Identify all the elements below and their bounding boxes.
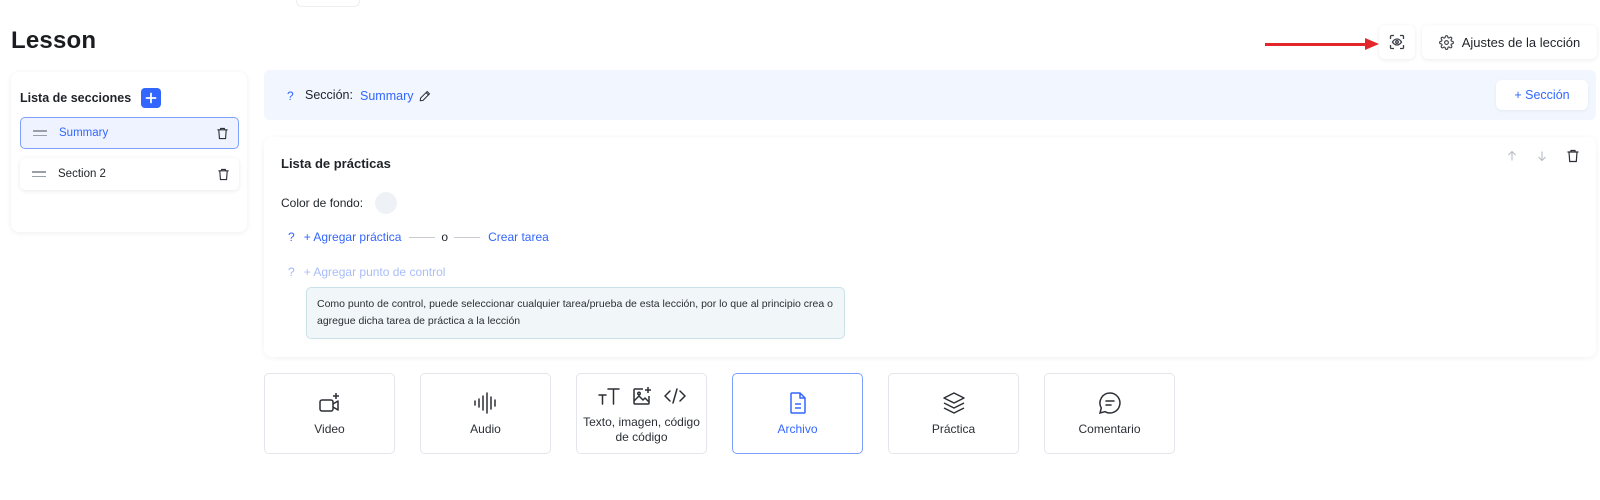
plus-icon [145, 92, 157, 104]
tile-audio[interactable]: Audio [420, 373, 551, 454]
audio-wave-icon [473, 392, 496, 414]
background-color-picker[interactable] [375, 192, 398, 214]
preview-button[interactable] [1379, 25, 1415, 59]
sidebar-item-summary[interactable]: Summary [20, 117, 239, 149]
add-checkpoint-link[interactable]: + Agregar punto de control [304, 265, 446, 279]
comment-icon [1098, 392, 1121, 415]
drag-handle-icon[interactable] [33, 130, 47, 136]
tile-label: Video [314, 422, 345, 436]
arrow-up-icon[interactable] [1506, 150, 1518, 162]
background-color-row: Color de fondo: [281, 192, 398, 214]
sections-sidebar: Lista de secciones Summary Section 2 [11, 72, 247, 232]
video-add-icon [318, 393, 339, 412]
section-label: Section 2 [58, 168, 106, 180]
text-size-icon [597, 387, 620, 405]
practice-help-icon[interactable]: ? [288, 230, 295, 244]
sidebar-item-section-2[interactable]: Section 2 [20, 158, 239, 190]
checkpoint-row: ? + Agregar punto de control [288, 265, 445, 279]
layers-icon [942, 392, 965, 414]
add-practice-link[interactable]: + Agregar práctica [304, 230, 402, 244]
checkpoint-help-icon[interactable]: ? [288, 265, 295, 279]
tile-label: Audio [470, 422, 501, 436]
trash-icon[interactable] [1566, 149, 1580, 163]
tile-label: Comentario [1078, 422, 1141, 436]
tile-label: Práctica [931, 422, 976, 436]
delete-section-button[interactable] [216, 127, 229, 140]
background-color-label: Color de fondo: [281, 196, 364, 210]
gear-icon [1438, 34, 1454, 50]
image-add-icon [632, 386, 651, 405]
divider [454, 236, 481, 238]
delete-section-button[interactable] [217, 168, 230, 181]
page-title: Lesson [11, 27, 97, 54]
divider [409, 236, 436, 238]
checkpoint-info-box: Como punto de control, puede seleccionar… [306, 287, 845, 339]
code-icon [663, 387, 686, 404]
tile-practice[interactable]: Práctica [888, 373, 1019, 454]
trash-icon [217, 127, 228, 139]
lesson-settings-button[interactable]: Ajustes de la lección [1422, 25, 1597, 59]
eye-scan-icon [1389, 34, 1405, 50]
card-toolbar [1506, 149, 1580, 163]
practice-list-card: Lista de prácticas Color de fondo: ? + A… [264, 137, 1596, 357]
section-label: Summary [59, 127, 109, 139]
tile-comment[interactable]: Comentario [1044, 373, 1175, 454]
tile-label: Archivo [777, 422, 818, 436]
top-tab-stub [296, 0, 360, 7]
arrow-down-icon[interactable] [1536, 150, 1548, 162]
pencil-icon[interactable] [419, 90, 431, 102]
section-bar: ? Sección: Summary + Sección [264, 70, 1596, 120]
trash-icon [218, 168, 229, 180]
annotation-arrow [1265, 43, 1365, 46]
add-section-button[interactable] [141, 88, 162, 108]
annotation-arrow-head [1365, 38, 1379, 50]
create-task-link[interactable]: Crear tarea [488, 230, 549, 244]
sidebar-header: Lista de secciones [20, 88, 162, 108]
section-help-icon[interactable]: ? [287, 89, 294, 103]
section-name-text: Summary [360, 89, 414, 103]
tile-file[interactable]: Archivo [732, 373, 863, 454]
add-practice-row: ? + Agregar práctica o Crear tarea [288, 230, 549, 244]
or-separator: o [441, 230, 449, 244]
tile-video[interactable]: Video [264, 373, 395, 454]
section-label: Sección: [305, 88, 353, 102]
content-type-tiles: Video Audio Texto, imagen, código de cód… [264, 373, 1175, 454]
drag-handle-icon[interactable] [32, 171, 46, 177]
sidebar-title: Lista de secciones [20, 91, 132, 105]
add-section-button[interactable]: + Sección [1496, 80, 1588, 110]
tile-label: Texto, imagen, código de código [583, 414, 700, 444]
practice-list-title: Lista de prácticas [281, 156, 391, 171]
file-icon [789, 392, 806, 414]
tile-text-image-code[interactable]: Texto, imagen, código de código [576, 373, 707, 454]
lesson-settings-label: Ajustes de la lección [1461, 34, 1581, 50]
section-name[interactable]: Summary [360, 89, 431, 103]
